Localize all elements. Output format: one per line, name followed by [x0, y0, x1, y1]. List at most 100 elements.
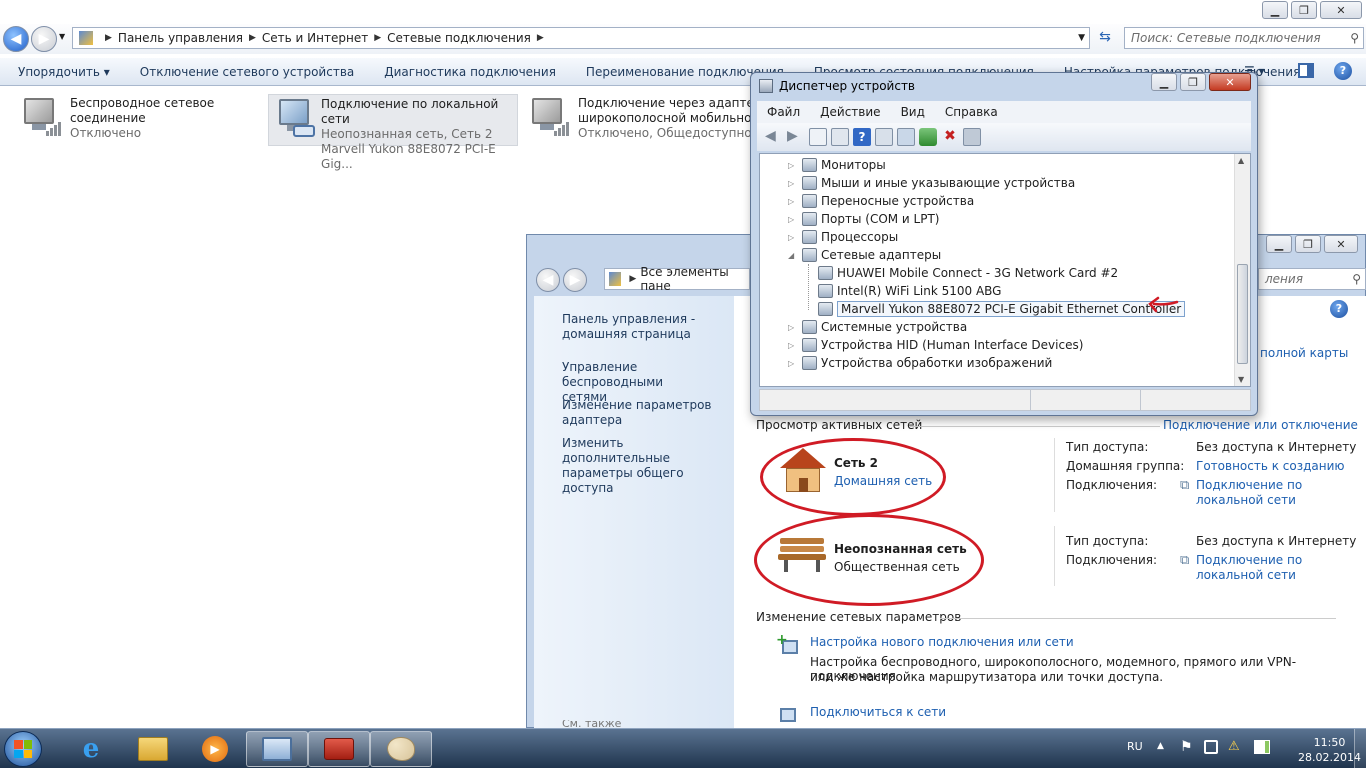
expand-arrow-icon[interactable]: ▷	[788, 179, 798, 188]
show-hidden-icons[interactable]: ▲	[1157, 741, 1164, 751]
tree-node-processors[interactable]: ▷ Процессоры	[788, 228, 898, 246]
network-forward-button[interactable]: ▶	[563, 268, 587, 292]
menu-view[interactable]: Вид	[891, 105, 935, 119]
connect-to-network-link[interactable]: Подключиться к сети	[810, 705, 946, 719]
update-driver-icon[interactable]	[919, 128, 937, 146]
taskbar-device-manager[interactable]	[308, 731, 370, 767]
refresh-icon[interactable]: ⇆	[1094, 29, 1116, 49]
network-address-bar[interactable]: ▶ Все элементы пане	[604, 265, 750, 293]
expand-arrow-icon[interactable]: ▷	[788, 233, 798, 242]
change-adapter-settings-link[interactable]: Изменение параметров адаптера	[562, 398, 712, 428]
battery-icon[interactable]	[1254, 740, 1270, 754]
close-button[interactable]: ✕	[1320, 1, 1362, 19]
expand-arrow-icon[interactable]: ▷	[788, 341, 798, 350]
tree-node-imaging-devices[interactable]: ▷ Устройства обработки изображений	[788, 354, 1052, 372]
adapter-wireless[interactable]: Беспроводное сетевое соединение Отключен…	[18, 96, 214, 141]
scan-hardware-icon[interactable]	[897, 128, 915, 146]
forward-arrow-icon[interactable]: ▶	[787, 128, 805, 146]
adapter-local[interactable]: Подключение по локальной сети Неопознанн…	[268, 94, 518, 171]
device-tray-icon[interactable]	[1204, 740, 1218, 754]
network-search-input[interactable]: ления ⚲	[1258, 268, 1366, 290]
network-tray-icon[interactable]: ⚠	[1228, 739, 1240, 754]
connection-link[interactable]: Подключение по локальной сети	[1196, 478, 1302, 508]
control-panel-home-link[interactable]: Панель управления - домашняя страница	[562, 312, 695, 342]
uninstall-icon[interactable]: ✖	[941, 128, 959, 146]
connection-link[interactable]: Подключение по локальной сети	[1196, 553, 1302, 583]
address-bar[interactable]: ▶ Панель управления ▶ Сеть и Интернет ▶ …	[72, 27, 1090, 49]
new-connection-link[interactable]: Настройка нового подключения или сети	[810, 635, 1074, 649]
breadcrumb-network-connections[interactable]: Сетевые подключения	[387, 31, 531, 45]
disable-device-icon[interactable]	[963, 128, 981, 146]
tree-node-ports[interactable]: ▷ Порты (COM и LPT)	[788, 210, 939, 228]
breadcrumb-control-panel[interactable]: Панель управления	[118, 31, 243, 45]
address-dropdown-icon[interactable]: ▼	[1078, 33, 1085, 43]
preview-pane-icon[interactable]	[1298, 63, 1314, 78]
device-tree[interactable]: ▷ Мониторы ▷ Мыши и иные указывающие устрой…	[759, 153, 1251, 387]
taskbar-paint[interactable]	[370, 731, 432, 767]
maximize-button[interactable]: ❐	[1295, 235, 1321, 253]
start-button[interactable]	[4, 731, 42, 767]
diagnose-button[interactable]: Диагностика подключения	[369, 65, 571, 79]
full-map-link[interactable]: полной карты	[1260, 346, 1348, 360]
maximize-button[interactable]: ❐	[1180, 73, 1206, 91]
connect-disconnect-link[interactable]: Подключение или отключение	[1163, 418, 1358, 432]
tree-view-icon[interactable]	[809, 128, 827, 146]
network-breadcrumb[interactable]: Все элементы пане	[640, 265, 749, 293]
maximize-button[interactable]: ❐	[1291, 1, 1317, 19]
adapter-mobile[interactable]: Подключение через адаптер широкополосной…	[526, 96, 762, 141]
back-arrow-icon[interactable]: ◀	[765, 128, 783, 146]
help-icon[interactable]: ?	[1334, 62, 1352, 80]
expand-arrow-icon[interactable]: ▷	[788, 161, 798, 170]
language-indicator[interactable]: RU	[1127, 740, 1143, 753]
disable-device-button[interactable]: Отключение сетевого устройства	[125, 65, 369, 79]
taskbar-ie[interactable]: e	[60, 731, 122, 767]
show-desktop-button[interactable]	[1354, 729, 1366, 769]
network-back-button[interactable]: ◀	[536, 268, 560, 292]
close-button[interactable]: ✕	[1209, 73, 1251, 91]
history-dropdown-icon[interactable]: ▼	[59, 32, 65, 41]
tree-node-huawei-adapter[interactable]: HUAWEI Mobile Connect - 3G Network Card …	[818, 264, 1118, 282]
taskbar-media-player[interactable]: ▶	[184, 731, 246, 767]
organize-button[interactable]: Упорядочить ▾	[0, 65, 125, 79]
tree-node-network-adapters[interactable]: ◢ Сетевые адаптеры	[788, 246, 941, 264]
expand-arrow-icon[interactable]: ▷	[788, 215, 798, 224]
minimize-button[interactable]: ▁	[1262, 1, 1288, 19]
back-button[interactable]: ◀	[3, 26, 29, 52]
expand-arrow-icon[interactable]: ▷	[788, 197, 798, 206]
action-center-flag-icon[interactable]: ⚑	[1180, 739, 1193, 755]
breadcrumb-network-internet[interactable]: Сеть и Интернет	[262, 31, 368, 45]
homegroup-link[interactable]: Готовность к созданию	[1196, 459, 1345, 473]
tree-node-system-devices[interactable]: ▷ Системные устройства	[788, 318, 967, 336]
tree-node-mice[interactable]: ▷ Мыши и иные указывающие устройства	[788, 174, 1075, 192]
network1-type-link[interactable]: Домашняя сеть	[834, 474, 932, 488]
tree-scrollbar[interactable]: ▲ ▼	[1234, 154, 1250, 386]
home-network-icon[interactable]	[778, 446, 828, 496]
search-input[interactable]: Поиск: Сетевые подключения ⚲	[1124, 27, 1364, 49]
details-icon[interactable]	[875, 128, 893, 146]
scroll-up-icon[interactable]: ▲	[1238, 156, 1244, 165]
properties-icon[interactable]	[831, 128, 849, 146]
advanced-sharing-link[interactable]: Изменить дополнительные параметры общего…	[562, 436, 734, 496]
minimize-button[interactable]: ▁	[1151, 73, 1177, 91]
menu-help[interactable]: Справка	[935, 105, 1008, 119]
scroll-thumb[interactable]	[1237, 264, 1248, 364]
expand-arrow-icon[interactable]: ▷	[788, 323, 798, 332]
tree-node-hid-devices[interactable]: ▷ Устройства HID (Human Interface Devices…	[788, 336, 1083, 354]
menu-action[interactable]: Действие	[810, 105, 890, 119]
tree-node-monitors[interactable]: ▷ Мониторы	[788, 156, 886, 174]
minimize-button[interactable]: ▁	[1266, 235, 1292, 253]
taskbar-network-center[interactable]	[246, 731, 308, 767]
scroll-down-icon[interactable]: ▼	[1238, 375, 1244, 384]
public-network-icon[interactable]	[778, 534, 828, 574]
forward-button[interactable]: ▶	[31, 26, 57, 52]
help-icon[interactable]: ?	[853, 128, 871, 146]
clock[interactable]: 11:50 28.02.2014	[1298, 735, 1361, 765]
help-icon[interactable]: ?	[1330, 300, 1348, 318]
collapse-arrow-icon[interactable]: ◢	[788, 251, 798, 260]
expand-arrow-icon[interactable]: ▷	[788, 359, 798, 368]
taskbar-explorer[interactable]	[122, 731, 184, 767]
close-button[interactable]: ✕	[1324, 235, 1358, 253]
tree-node-intel-wifi-adapter[interactable]: Intel(R) WiFi Link 5100 ABG	[818, 282, 1001, 300]
menu-file[interactable]: Файл	[757, 105, 810, 119]
tree-node-portable-devices[interactable]: ▷ Переносные устройства	[788, 192, 974, 210]
